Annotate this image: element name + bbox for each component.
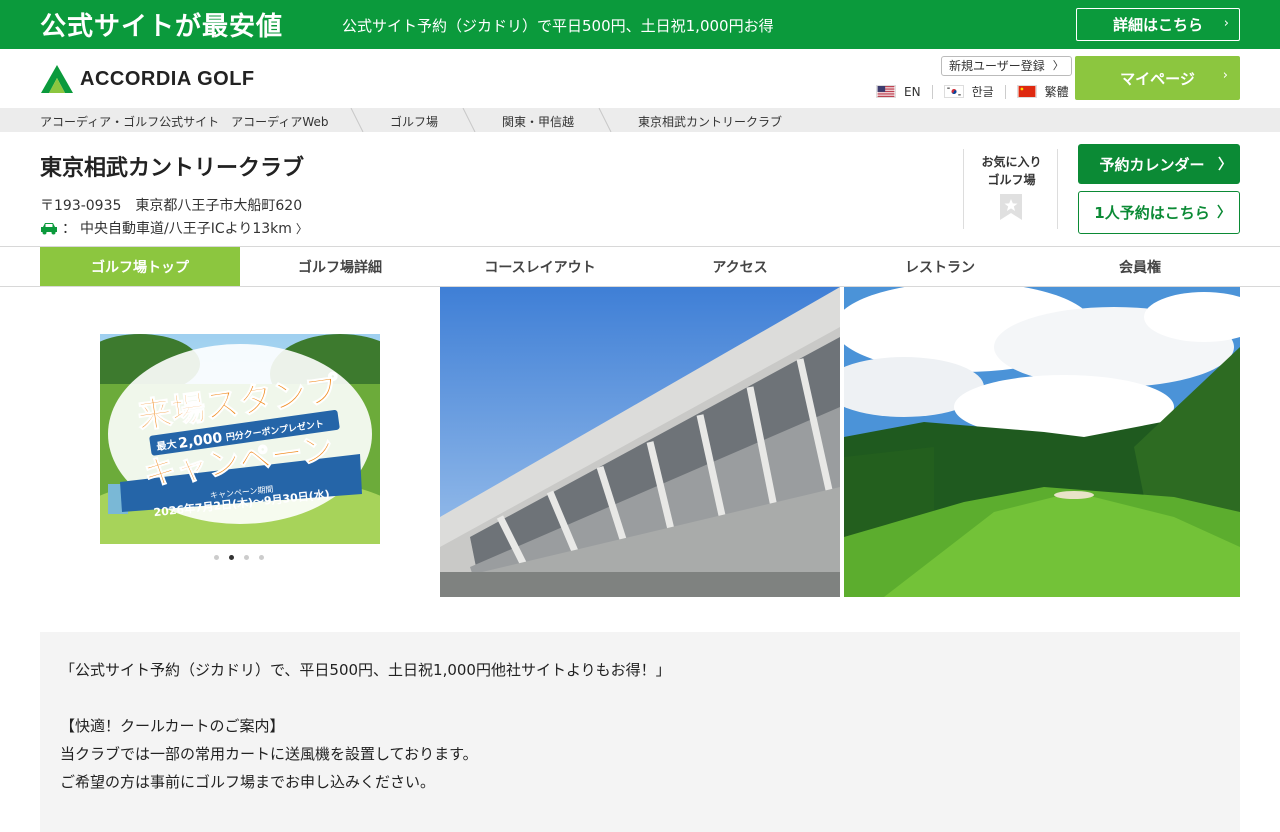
promo-banner: 公式サイトが最安値 公式サイト予約（ジカドリ）で平日500円、土日祝1,000円… bbox=[0, 0, 1280, 49]
lang-label: EN bbox=[904, 84, 921, 99]
clubhouse-photo bbox=[440, 287, 840, 597]
description-line: 当クラブでは一部の常用カートに送風機を設置しております。 bbox=[60, 745, 478, 763]
promo-headline: 公式サイトが最安値 bbox=[40, 12, 284, 42]
breadcrumb-item[interactable]: ゴルフ場 bbox=[390, 113, 438, 130]
breadcrumb-item: 東京相武カントリークラブ bbox=[638, 115, 783, 129]
campaign-banner[interactable]: 来場スタンプ 最大 2,000 円分クーポンプレゼント キャンペーン キャンペー… bbox=[100, 334, 380, 544]
club-description: 「公式サイト予約（ジカドリ）で、平日500円、土日祝1,000円他社サイトよりも… bbox=[40, 632, 1240, 832]
club-address: 〒193-0935 東京都八王子市大船町620 bbox=[40, 198, 303, 214]
logo-text: ACCORDIA GOLF bbox=[80, 67, 255, 90]
tab-golf-top[interactable]: ゴルフ場トップ bbox=[40, 247, 240, 286]
campaign-image: 来場スタンプ 最大 2,000 円分クーポンプレゼント キャンペーン キャンペー… bbox=[100, 334, 380, 544]
lang-zh[interactable]: 繁體 bbox=[1016, 83, 1069, 100]
chevron-right-icon: 〉 bbox=[1052, 59, 1064, 72]
favorite-button[interactable]: お気に入り ゴルフ場 bbox=[963, 149, 1058, 229]
description-line: ご希望の方は事前にゴルフ場までお申し込みください。 bbox=[60, 773, 436, 791]
mypage-button[interactable]: マイページ › bbox=[1075, 56, 1240, 100]
mypage-label: マイページ bbox=[1120, 69, 1195, 88]
chevron-right-icon: › bbox=[1222, 68, 1228, 83]
signup-label: 新規ユーザー登録 bbox=[949, 59, 1045, 73]
lang-ko[interactable]: 한글 bbox=[943, 83, 994, 100]
description-gap bbox=[60, 684, 1220, 712]
club-nav-tabs: ゴルフ場トップ ゴルフ場詳細 コースレイアウト アクセス レストラン 会員権 bbox=[0, 246, 1280, 287]
description-line: 【快適！クールカートのご案内】 bbox=[60, 717, 285, 735]
chevron-right-icon: 〉 bbox=[1218, 157, 1232, 173]
chevron-right-icon: › bbox=[1223, 16, 1229, 31]
carousel-dot[interactable] bbox=[214, 555, 219, 560]
reservation-calendar-button[interactable]: 予約カレンダー 〉 bbox=[1078, 144, 1240, 184]
breadcrumb-separator-icon bbox=[598, 108, 612, 132]
carousel-dot[interactable] bbox=[259, 555, 264, 560]
car-icon bbox=[41, 223, 57, 235]
tab-access[interactable]: アクセス bbox=[640, 247, 840, 286]
page-title: 東京相武カントリークラブ bbox=[40, 156, 305, 181]
solo-label: 1人予約はこちら bbox=[1094, 204, 1210, 222]
cn-flag-icon bbox=[1016, 85, 1037, 98]
language-switcher: EN 한글 繁體 bbox=[876, 83, 1069, 100]
bookmark-star-icon bbox=[1000, 194, 1022, 220]
accordia-logo[interactable]: ACCORDIA GOLF bbox=[40, 64, 255, 94]
site-header: ACCORDIA GOLF 新規ユーザー登録 〉 EN 한글 繁體 マイページ … bbox=[0, 49, 1280, 108]
favorite-label-line2: ゴルフ場 bbox=[987, 173, 1036, 187]
tab-membership[interactable]: 会員権 bbox=[1040, 247, 1240, 286]
promo-detail-label: 詳細はこちら bbox=[1112, 16, 1203, 34]
solo-reservation-button[interactable]: 1人予約はこちら 〉 bbox=[1078, 191, 1240, 234]
chevron-right-icon: 〉 bbox=[295, 221, 308, 236]
promo-detail-button[interactable]: 詳細はこちら › bbox=[1076, 8, 1240, 41]
calendar-label: 予約カレンダー bbox=[1099, 155, 1205, 174]
kr-flag-icon bbox=[943, 85, 964, 98]
tab-restaurant[interactable]: レストラン bbox=[840, 247, 1040, 286]
breadcrumb-item[interactable]: アコーディア・ゴルフ公式サイト アコーディアWeb bbox=[40, 113, 328, 130]
breadcrumb-separator-icon bbox=[462, 108, 476, 132]
carousel-dots bbox=[214, 555, 274, 560]
club-access-link[interactable]: ： 中央自動車道/八王子ICより13km 〉 bbox=[40, 218, 308, 238]
lang-label: 繁體 bbox=[1044, 85, 1069, 99]
lang-en[interactable]: EN bbox=[876, 85, 921, 99]
accordia-logo-icon bbox=[41, 65, 73, 93]
tab-course-details[interactable]: ゴルフ場詳細 bbox=[240, 247, 440, 286]
chevron-right-icon: 〉 bbox=[1217, 205, 1231, 221]
signup-button[interactable]: 新規ユーザー登録 〉 bbox=[941, 56, 1072, 76]
course-photo bbox=[844, 287, 1240, 597]
tab-course-layout[interactable]: コースレイアウト bbox=[440, 247, 640, 286]
lang-label: 한글 bbox=[971, 85, 994, 99]
access-prefix: ： bbox=[62, 221, 76, 237]
breadcrumb-item[interactable]: 関東・甲信越 bbox=[502, 113, 574, 130]
carousel-dot[interactable] bbox=[229, 555, 234, 560]
favorite-label-line1: お気に入り bbox=[981, 155, 1042, 169]
divider bbox=[931, 84, 933, 99]
breadcrumb: アコーディア・ゴルフ公式サイト アコーディアWeb ゴルフ場 関東・甲信越 東京… bbox=[0, 108, 1280, 132]
divider bbox=[1004, 84, 1006, 99]
promo-subtext: 公式サイト予約（ジカドリ）で平日500円、土日祝1,000円お得 bbox=[342, 17, 774, 35]
carousel-dot[interactable] bbox=[244, 555, 249, 560]
us-flag-icon bbox=[876, 85, 896, 98]
description-line: 「公式サイト予約（ジカドリ）で、平日500円、土日祝1,000円他社サイトよりも… bbox=[60, 661, 671, 679]
club-header: 東京相武カントリークラブ 〒193-0935 東京都八王子市大船町620 ： 中… bbox=[0, 132, 1280, 246]
access-text: 中央自動車道/八王子ICより13km bbox=[80, 221, 292, 237]
breadcrumb-separator-icon bbox=[350, 108, 364, 132]
